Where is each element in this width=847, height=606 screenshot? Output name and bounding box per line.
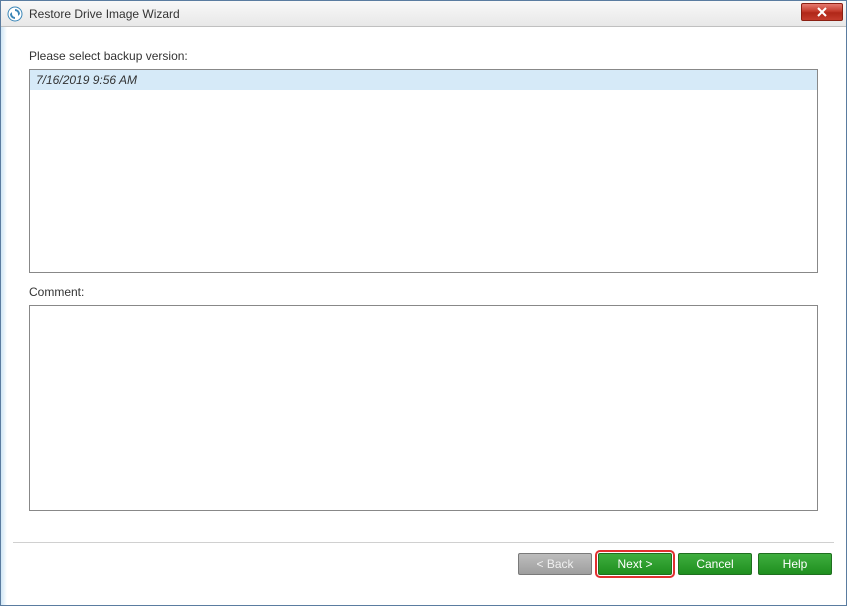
- comment-label: Comment:: [29, 285, 818, 299]
- help-button[interactable]: Help: [758, 553, 832, 575]
- app-refresh-icon: [7, 6, 23, 22]
- window-title: Restore Drive Image Wizard: [29, 7, 180, 21]
- backup-version-item[interactable]: 7/16/2019 9:56 AM: [30, 70, 817, 90]
- close-icon: [816, 7, 828, 17]
- comment-textarea[interactable]: [29, 305, 818, 511]
- wizard-button-row: < Back Next > Cancel Help: [1, 543, 846, 575]
- wizard-body: Please select backup version: 7/16/2019 …: [1, 27, 846, 605]
- back-button[interactable]: < Back: [518, 553, 592, 575]
- title-bar: Restore Drive Image Wizard: [1, 1, 846, 27]
- backup-version-list[interactable]: 7/16/2019 9:56 AM: [29, 69, 818, 273]
- cancel-button[interactable]: Cancel: [678, 553, 752, 575]
- next-button[interactable]: Next >: [598, 553, 672, 575]
- select-version-label: Please select backup version:: [29, 49, 818, 63]
- close-button[interactable]: [801, 3, 843, 21]
